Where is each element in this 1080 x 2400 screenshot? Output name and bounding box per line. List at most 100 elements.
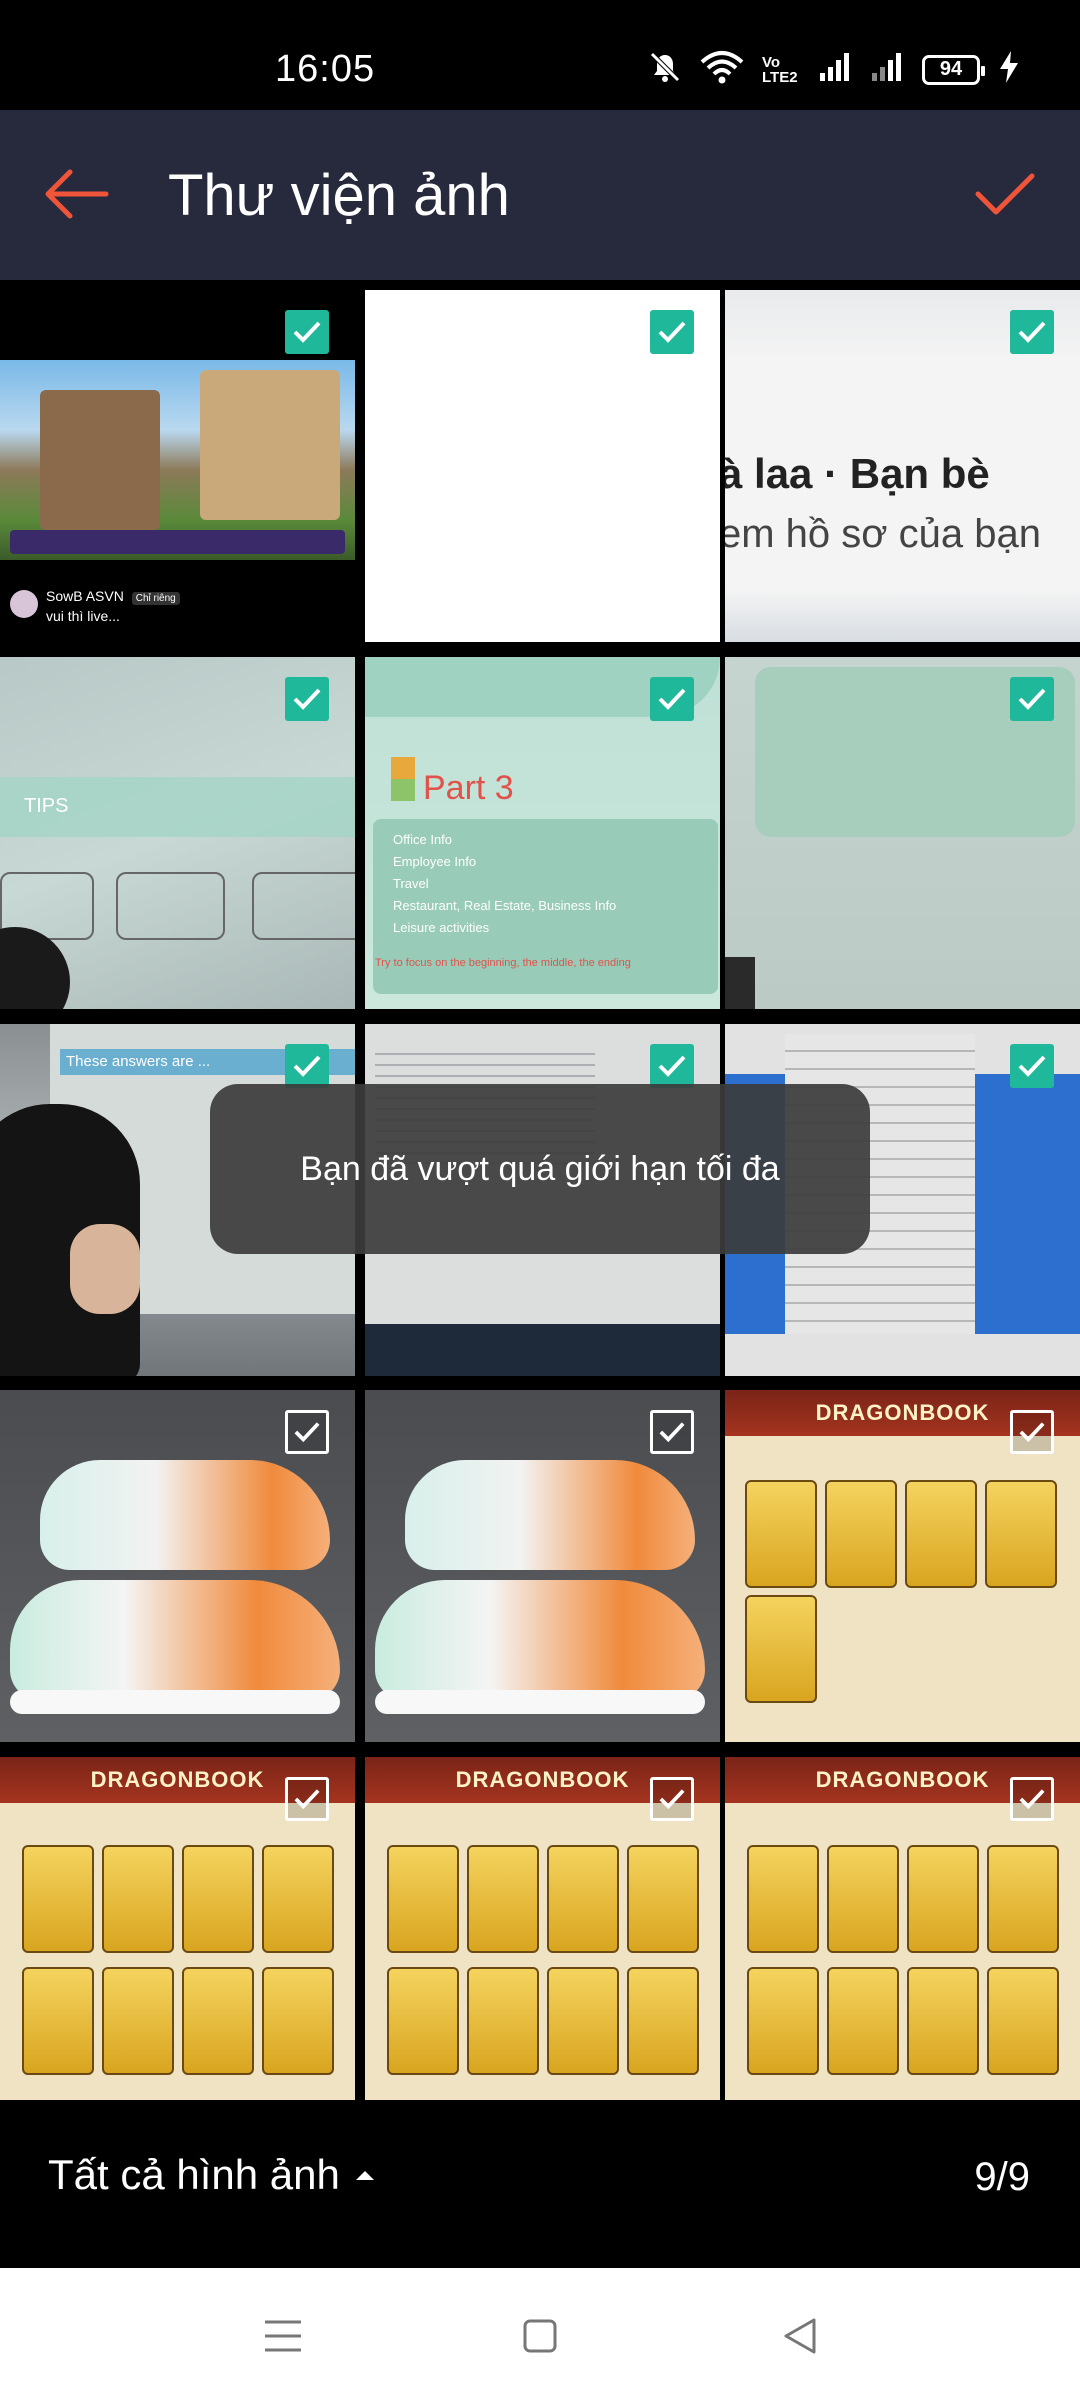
checkmark-icon xyxy=(975,173,1035,215)
select-checkbox[interactable] xyxy=(285,1410,329,1454)
dragon-card xyxy=(627,1967,699,2075)
select-checkbox[interactable] xyxy=(1010,310,1054,354)
photo-tile[interactable] xyxy=(365,1390,720,1742)
photo-tile[interactable]: DRAGONBOOK xyxy=(0,1757,355,2100)
dragon-card xyxy=(827,1967,899,2075)
album-selector[interactable]: Tất cả hình ảnh xyxy=(48,2151,376,2199)
menu-icon xyxy=(265,2320,301,2352)
photo-tile[interactable]: SowB ASVN Chỉ riêng vui thì live... xyxy=(0,290,355,642)
tips-label: TIPS xyxy=(24,795,69,817)
projector-edge xyxy=(725,957,755,1009)
caption-name: SowB ASVN Chỉ riêng xyxy=(46,588,180,605)
dragon-card xyxy=(387,1967,459,2075)
bottom-bar: Tất cả hình ảnh 9/9 xyxy=(0,2105,1080,2265)
sneaker-sole xyxy=(10,1690,340,1714)
photo-tile[interactable] xyxy=(365,290,720,642)
limit-toast: Bạn đã vượt quá giới hạn tối đa xyxy=(210,1084,870,1254)
back-icon xyxy=(784,2318,816,2354)
slide-heading: Part 3 xyxy=(423,769,514,807)
check-icon xyxy=(293,1055,321,1077)
photo-tile[interactable] xyxy=(725,657,1080,1009)
select-checkbox[interactable] xyxy=(650,677,694,721)
slide-icon xyxy=(391,757,415,801)
dragon-card xyxy=(747,1967,819,2075)
photo-tile[interactable]: DRAGONBOOK xyxy=(365,1757,720,2100)
album-label: Tất cả hình ảnh xyxy=(48,2151,340,2198)
mute-icon xyxy=(648,50,682,89)
dragon-card xyxy=(905,1480,977,1588)
sneaker xyxy=(375,1580,705,1700)
status-bar: 16:05 Vo LTE2 94 xyxy=(0,0,1080,110)
recents-button[interactable] xyxy=(253,2306,313,2366)
dragon-card xyxy=(827,1845,899,1953)
check-icon xyxy=(658,688,686,710)
signal-icon xyxy=(818,51,852,88)
select-checkbox[interactable] xyxy=(285,677,329,721)
photo-tile[interactable]: à laa · Bạn bè em hồ sơ của bạn xyxy=(725,290,1080,642)
volte-icon: Vo LTE2 xyxy=(762,53,798,86)
select-checkbox[interactable] xyxy=(650,1410,694,1454)
select-checkbox[interactable] xyxy=(285,310,329,354)
back-button[interactable] xyxy=(30,154,120,234)
select-checkbox[interactable] xyxy=(285,1044,329,1088)
photo-tile[interactable]: Part 3 Office Info Employee Info Travel … xyxy=(365,657,720,1009)
sneaker-sole xyxy=(375,1690,705,1714)
select-checkbox[interactable] xyxy=(650,1777,694,1821)
photo-tile[interactable]: DRAGONBOOK xyxy=(725,1757,1080,2100)
select-checkbox[interactable] xyxy=(285,1777,329,1821)
wifi-icon xyxy=(700,50,744,89)
charging-icon xyxy=(998,50,1020,89)
select-checkbox[interactable] xyxy=(1010,1044,1054,1088)
confirm-button[interactable] xyxy=(960,154,1050,234)
check-icon xyxy=(293,688,321,710)
status-time: 16:05 xyxy=(275,48,376,90)
photo-tile[interactable]: TIPS xyxy=(0,657,355,1009)
sneaker xyxy=(405,1460,695,1570)
check-icon xyxy=(1018,321,1046,343)
dragon-card xyxy=(22,1845,94,1953)
blue-window xyxy=(975,1074,1080,1334)
check-icon xyxy=(1018,1055,1046,1077)
slide-box xyxy=(252,872,355,940)
photo-tile[interactable]: DRAGONBOOK xyxy=(725,1390,1080,1742)
dragon-card xyxy=(262,1845,334,1953)
profile-line2: em hồ sơ của bạn xyxy=(725,512,1041,556)
arrow-left-icon xyxy=(45,169,109,219)
check-icon xyxy=(294,1789,320,1810)
slide-question: These answers are ... xyxy=(66,1053,211,1070)
select-checkbox[interactable] xyxy=(1010,1410,1054,1454)
battery-icon: 94 xyxy=(922,54,985,85)
sneaker xyxy=(10,1580,340,1700)
dragon-card xyxy=(182,1967,254,2075)
check-icon xyxy=(293,321,321,343)
check-icon xyxy=(658,1055,686,1077)
slide-bullets: Office Info Employee Info Travel Restaur… xyxy=(393,832,617,935)
check-icon xyxy=(294,1422,320,1443)
dragon-card xyxy=(547,1845,619,1953)
check-icon xyxy=(658,321,686,343)
select-checkbox[interactable] xyxy=(1010,677,1054,721)
select-checkbox[interactable] xyxy=(650,1044,694,1088)
back-nav-button[interactable] xyxy=(770,2306,830,2366)
person-face xyxy=(70,1224,140,1314)
dragon-card xyxy=(262,1967,334,2075)
select-checkbox[interactable] xyxy=(1010,1777,1054,1821)
dragon-card xyxy=(747,1845,819,1953)
caption-text: vui thì live... xyxy=(46,608,120,624)
select-checkbox[interactable] xyxy=(650,310,694,354)
dragon-card xyxy=(547,1967,619,2075)
dragon-card xyxy=(745,1480,817,1588)
app-toolbar: Thư viện ảnh xyxy=(0,110,1080,280)
photo-tile[interactable] xyxy=(0,1390,355,1742)
dragon-card xyxy=(907,1967,979,2075)
slide-footer: Try to focus on the beginning, the middl… xyxy=(375,957,631,969)
game-building xyxy=(40,390,160,530)
game-building xyxy=(200,370,340,520)
avatar xyxy=(10,590,38,618)
home-button[interactable] xyxy=(510,2306,570,2366)
dragon-card xyxy=(907,1845,979,1953)
signal-icon xyxy=(870,51,904,88)
dragon-card xyxy=(987,1967,1059,2075)
caret-up-icon xyxy=(355,2171,374,2180)
dragon-card xyxy=(22,1967,94,2075)
